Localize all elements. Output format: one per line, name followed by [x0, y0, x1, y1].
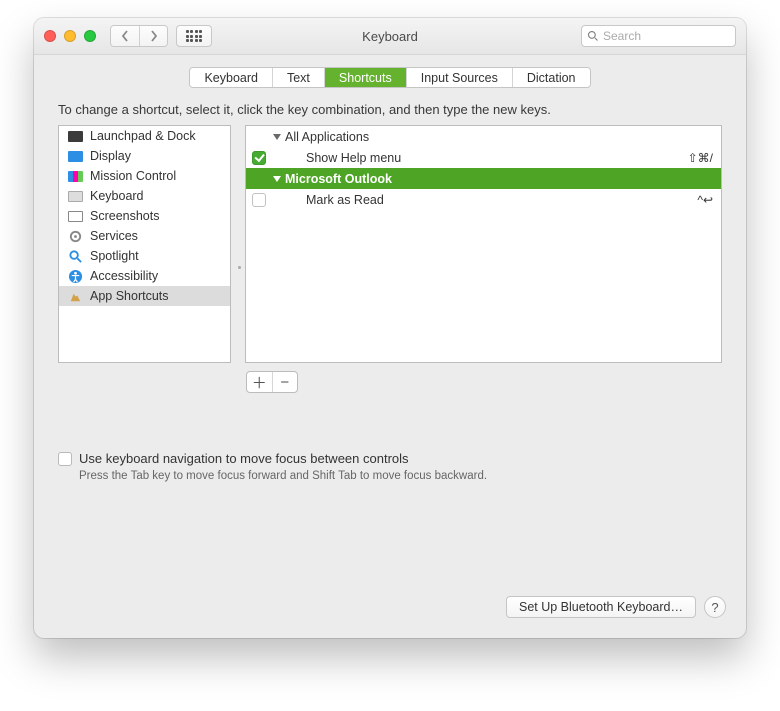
- sidebar-item-label: Display: [90, 149, 131, 163]
- sidebar-item-label: Services: [90, 229, 138, 243]
- display-icon: [66, 151, 84, 162]
- split-view: Launchpad & Dock Display Mission Control Ke…: [58, 125, 722, 363]
- remove-button[interactable]: −: [272, 372, 298, 392]
- kbnav-hint: Press the Tab key to move focus forward …: [79, 470, 722, 482]
- shortcut-group-label: Microsoft Outlook: [285, 172, 392, 186]
- sidebar-item-label: Keyboard: [90, 189, 144, 203]
- shortcut-list[interactable]: All Applications Show Help menu ⇧⌘/ Microso…: [245, 125, 722, 363]
- sidebar-item-label: App Shortcuts: [90, 289, 169, 303]
- sidebar-item-label: Screenshots: [90, 209, 159, 223]
- shortcut-group[interactable]: All Applications: [246, 126, 721, 147]
- category-list[interactable]: Launchpad & Dock Display Mission Control Ke…: [58, 125, 231, 363]
- launchpad-icon: [66, 131, 84, 142]
- instruction-text: To change a shortcut, select it, click t…: [58, 102, 722, 117]
- shortcut-keys: ^↩: [697, 193, 713, 207]
- minimize-button[interactable]: [64, 30, 76, 42]
- shortcut-label: Show Help menu: [306, 151, 401, 165]
- grid-icon: [186, 30, 202, 42]
- shortcuts-panel: To change a shortcut, select it, click t…: [58, 102, 722, 596]
- back-button[interactable]: [111, 26, 139, 46]
- sidebar-item-accessibility[interactable]: Accessibility: [59, 266, 230, 286]
- sidebar-item-services[interactable]: Services: [59, 226, 230, 246]
- disclosure-triangle-icon[interactable]: [273, 176, 281, 182]
- sidebar-item-keyboard[interactable]: Keyboard: [59, 186, 230, 206]
- tab-dictation[interactable]: Dictation: [513, 68, 590, 87]
- search-icon: [587, 30, 599, 42]
- tab-text[interactable]: Text: [273, 68, 325, 87]
- shortcut-group[interactable]: Microsoft Outlook: [246, 168, 721, 189]
- footer: Set Up Bluetooth Keyboard… ?: [34, 596, 746, 638]
- close-button[interactable]: [44, 30, 56, 42]
- split-resizer[interactable]: [237, 257, 242, 277]
- accessibility-icon: [66, 269, 84, 284]
- tab-segmented: Keyboard Text Shortcuts Input Sources Di…: [189, 67, 590, 88]
- keyboard-icon: [66, 191, 84, 202]
- kbnav-checkbox[interactable]: [58, 452, 72, 466]
- keyboard-nav-section: Use keyboard navigation to move focus be…: [58, 451, 722, 482]
- tab-shortcuts[interactable]: Shortcuts: [325, 68, 407, 87]
- sidebar-item-label: Launchpad & Dock: [90, 129, 196, 143]
- forward-button[interactable]: [139, 26, 167, 46]
- sidebar-item-app-shortcuts[interactable]: App Shortcuts: [59, 286, 230, 306]
- shortcut-checkbox[interactable]: [252, 151, 266, 165]
- gear-icon: [66, 229, 84, 244]
- window: Keyboard Search Keyboard Text Shortcuts …: [34, 18, 746, 638]
- disclosure-triangle-icon[interactable]: [273, 134, 281, 140]
- tabbar: Keyboard Text Shortcuts Input Sources Di…: [34, 67, 746, 88]
- add-button[interactable]: ＋: [247, 372, 272, 392]
- mission-icon: [66, 171, 84, 182]
- screenshots-icon: [66, 211, 84, 222]
- shortcut-group-label: All Applications: [285, 130, 369, 144]
- sidebar-item-spotlight[interactable]: Spotlight: [59, 246, 230, 266]
- sidebar-item-screenshots[interactable]: Screenshots: [59, 206, 230, 226]
- shortcut-checkbox[interactable]: [252, 193, 266, 207]
- tab-input-sources[interactable]: Input Sources: [407, 68, 513, 87]
- sidebar-item-label: Mission Control: [90, 169, 176, 183]
- sidebar-item-mission-control[interactable]: Mission Control: [59, 166, 230, 186]
- tab-keyboard[interactable]: Keyboard: [190, 68, 273, 87]
- kbnav-label: Use keyboard navigation to move focus be…: [79, 451, 409, 466]
- nav-back-forward: [110, 25, 168, 47]
- shortcut-row[interactable]: Mark as Read ^↩: [246, 189, 721, 210]
- app-icon: [66, 289, 84, 304]
- search-input[interactable]: Search: [581, 25, 736, 47]
- sidebar-item-display[interactable]: Display: [59, 146, 230, 166]
- sidebar-item-label: Spotlight: [90, 249, 139, 263]
- shortcut-keys: ⇧⌘/: [688, 151, 713, 165]
- traffic-lights: [44, 30, 96, 42]
- sidebar-item-label: Accessibility: [90, 269, 158, 283]
- titlebar: Keyboard Search: [34, 18, 746, 55]
- search-placeholder: Search: [603, 29, 641, 43]
- help-button[interactable]: ?: [704, 596, 726, 618]
- add-remove-group: ＋ −: [246, 371, 298, 393]
- zoom-button[interactable]: [84, 30, 96, 42]
- content: Keyboard Text Shortcuts Input Sources Di…: [34, 55, 746, 638]
- shortcut-row[interactable]: Show Help menu ⇧⌘/: [246, 147, 721, 168]
- bluetooth-keyboard-button[interactable]: Set Up Bluetooth Keyboard…: [506, 596, 696, 618]
- magnifier-icon: [66, 249, 84, 264]
- sidebar-item-launchpad-dock[interactable]: Launchpad & Dock: [59, 126, 230, 146]
- shortcut-label: Mark as Read: [306, 193, 384, 207]
- show-all-button[interactable]: [176, 25, 212, 47]
